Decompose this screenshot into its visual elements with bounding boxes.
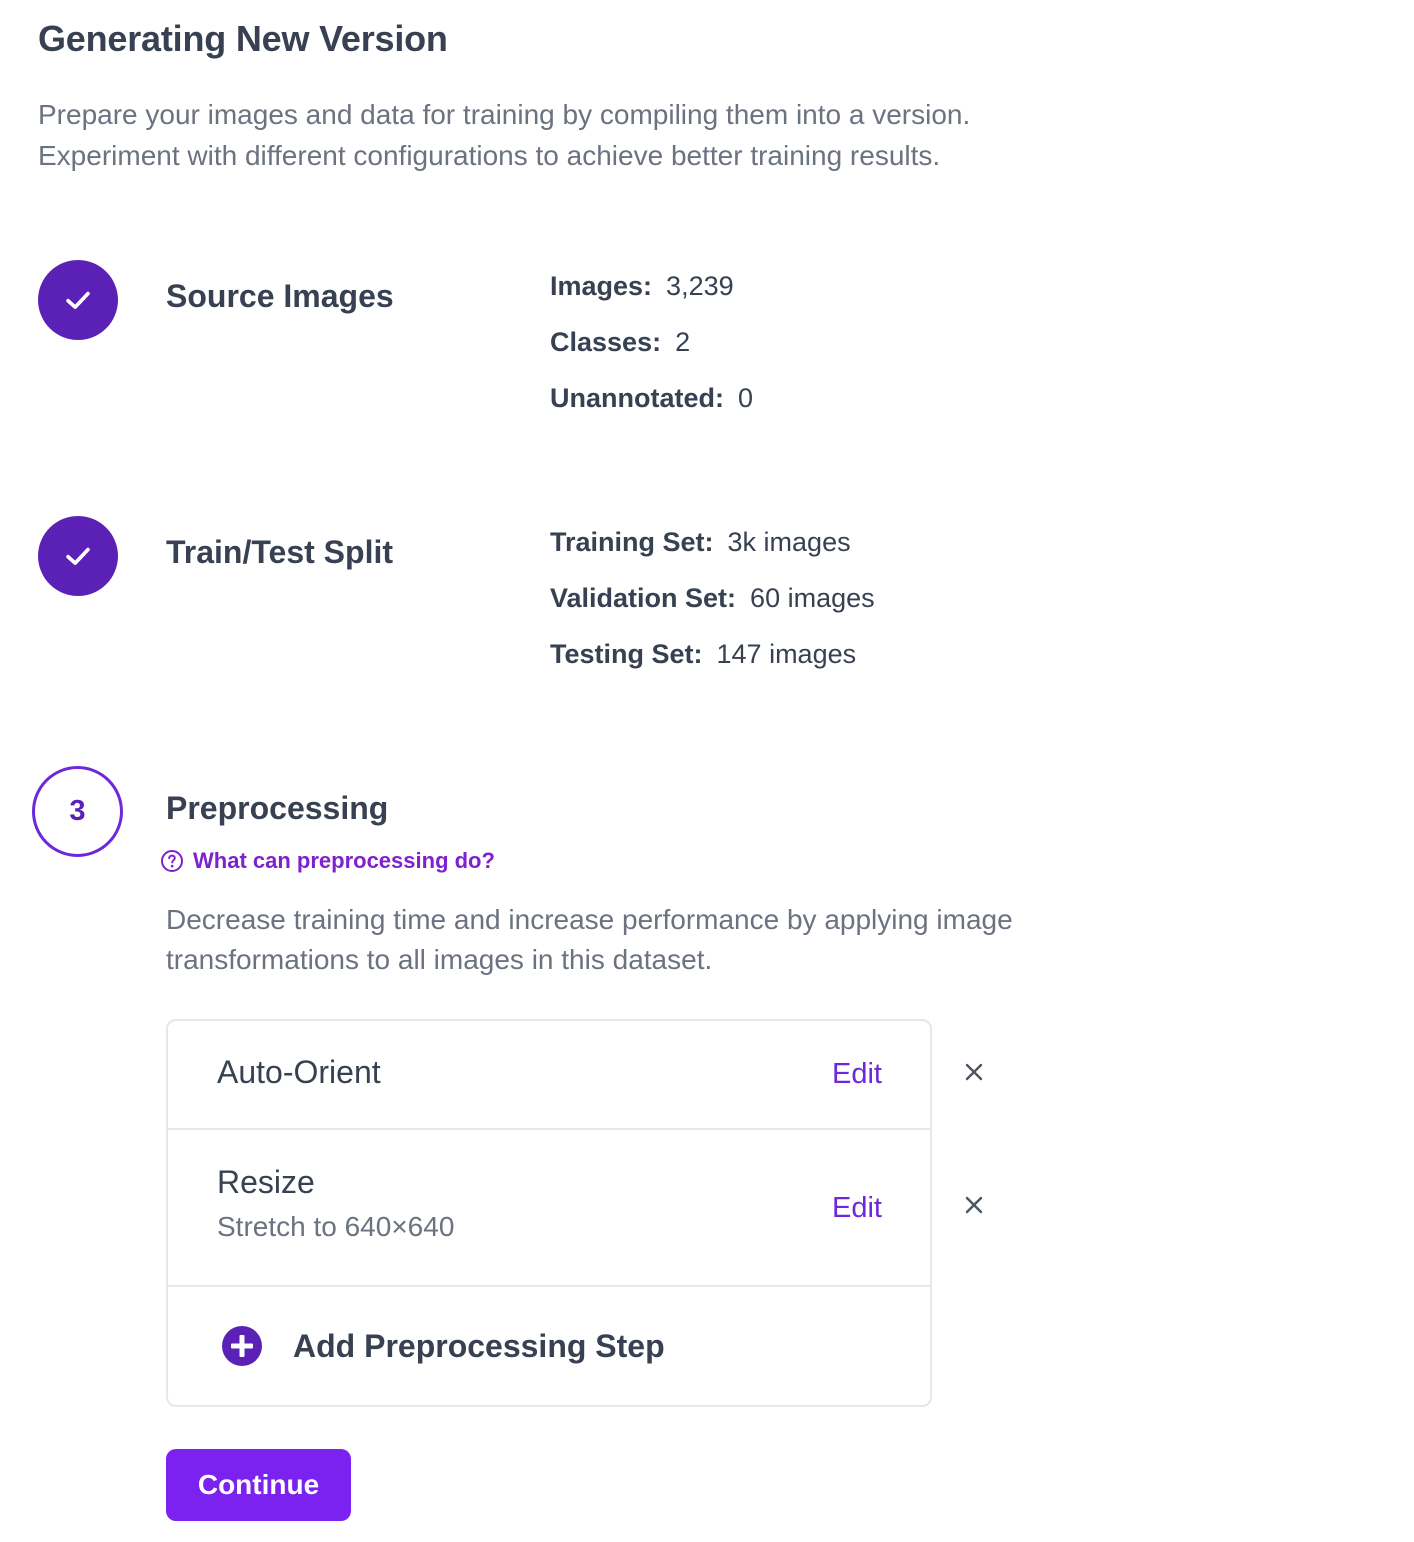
stat-label: Training Set: (550, 527, 714, 557)
page-title: Generating New Version (38, 18, 448, 59)
preprocessing-step-name: Auto-Orient (217, 1054, 381, 1090)
preprocessing-step-resize: Resize Stretch to 640×640 Edit (168, 1130, 930, 1287)
add-preprocessing-step-label[interactable]: Add Preprocessing Step (293, 1328, 665, 1365)
stat-value: 3,239 (666, 271, 734, 301)
plus-circle-icon (222, 1326, 262, 1366)
stat-images: Images: 3,239 (550, 271, 753, 327)
preprocessing-step-auto-orient: Auto-Orient Edit (168, 1021, 930, 1130)
step-2-complete-badge (38, 516, 118, 596)
preprocessing-description: Decrease training time and increase perf… (166, 900, 1126, 980)
stat-classes: Classes: 2 (550, 327, 753, 383)
remove-auto-orient-button[interactable] (960, 1058, 988, 1086)
preprocessing-step-detail: Stretch to 640×640 (217, 1211, 455, 1242)
stat-label: Images: (550, 271, 653, 301)
continue-button[interactable]: Continue (166, 1449, 351, 1521)
preprocessing-description-line-2: transformations to all images in this da… (166, 944, 713, 975)
edit-resize-button[interactable]: Edit (832, 1192, 882, 1225)
page-description-line-2: Experiment with different configurations… (38, 140, 941, 171)
source-images-stats: Images: 3,239 Classes: 2 Unannotated: 0 (550, 271, 753, 439)
stat-value: 147 images (716, 639, 857, 669)
stat-value: 0 (737, 383, 754, 413)
step-2-title: Train/Test Split (166, 534, 393, 570)
close-icon (965, 1196, 983, 1214)
question-circle-icon (161, 850, 183, 872)
stat-label: Testing Set: (550, 639, 703, 669)
preprocessing-step-name: Resize (217, 1164, 315, 1200)
page-description: Prepare your images and data for trainin… (38, 94, 1098, 176)
step-3-badge: 3 (32, 766, 123, 857)
stat-validation-set: Validation Set: 60 images (550, 583, 875, 639)
stat-unannotated: Unannotated: 0 (550, 383, 753, 439)
add-preprocessing-step-button[interactable]: Add Preprocessing Step (221, 1325, 665, 1367)
split-stats: Training Set: 3k images Validation Set: 60… (550, 527, 875, 695)
preprocessing-steps-card: Auto-Orient Edit Resize Stretch to 640×6… (166, 1019, 932, 1407)
step-1-title: Source Images (166, 278, 394, 314)
preprocessing-help-link[interactable]: What can preprocessing do? (160, 848, 495, 874)
edit-auto-orient-button[interactable]: Edit (832, 1058, 882, 1091)
step-3-title: Preprocessing (166, 790, 389, 826)
stat-testing-set: Testing Set: 147 images (550, 639, 875, 695)
remove-resize-button[interactable] (960, 1191, 988, 1219)
stat-label: Classes: (550, 327, 662, 357)
stat-value: 60 images (750, 583, 875, 613)
check-icon (66, 291, 90, 309)
stat-value: 2 (675, 327, 691, 357)
stat-value: 3k images (727, 527, 851, 557)
step-1-complete-badge (38, 260, 118, 340)
stat-label: Validation Set: (550, 583, 737, 613)
preprocessing-description-line-1: Decrease training time and increase perf… (166, 904, 1013, 935)
stat-training-set: Training Set: 3k images (550, 527, 875, 583)
page-description-line-1: Prepare your images and data for trainin… (38, 99, 971, 130)
add-preprocessing-step-row: Add Preprocessing Step (168, 1287, 930, 1407)
stat-label: Unannotated: (550, 383, 724, 413)
help-link-label[interactable]: What can preprocessing do? (193, 848, 495, 874)
check-icon (66, 547, 90, 565)
close-icon (965, 1063, 983, 1081)
step-number: 3 (69, 795, 86, 827)
